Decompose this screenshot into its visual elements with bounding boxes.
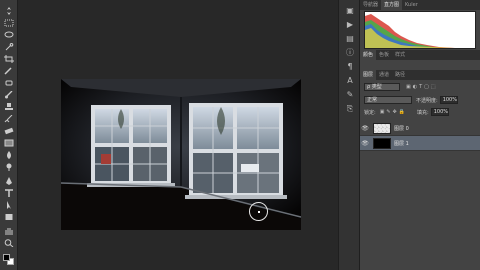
clone-stamp-tool-icon[interactable]	[3, 102, 15, 111]
layer-row-1[interactable]: 👁 图层 1	[360, 136, 480, 151]
shape-tool-icon[interactable]	[3, 212, 15, 221]
layer-name: 图层 0	[394, 125, 409, 132]
history-panel-icon[interactable]: ▣	[345, 6, 355, 16]
history-brush-tool-icon[interactable]	[3, 114, 15, 123]
lock-label: 锁定:	[364, 109, 376, 116]
blur-tool-icon[interactable]	[3, 150, 15, 159]
layer-filter-row: ρ 类型 ▣◐T▢⬚	[360, 83, 480, 91]
properties-panel-icon[interactable]: ▤	[345, 34, 355, 44]
foreground-color-swatch[interactable]	[3, 254, 10, 261]
brush-tool-icon[interactable]	[3, 90, 15, 99]
character-panel-icon[interactable]: A	[345, 76, 355, 86]
eye-icon[interactable]: 👁	[360, 125, 370, 132]
brush-cursor	[249, 202, 268, 221]
lasso-tool-icon[interactable]	[3, 30, 15, 39]
move-tool-icon[interactable]	[3, 6, 15, 15]
tab-histogram[interactable]: 直方图	[381, 0, 403, 10]
histogram-graph	[364, 11, 476, 49]
crop-tool-icon[interactable]	[3, 54, 15, 63]
hand-tool-icon[interactable]	[3, 226, 15, 235]
tab-color[interactable]: 颜色	[360, 50, 377, 60]
layer-kind-filter[interactable]: ρ 类型	[364, 83, 400, 91]
zoom-tool-icon[interactable]	[3, 238, 15, 247]
histogram-panel-tabs: 导航器 直方图 Kuler	[360, 0, 480, 10]
tab-channels[interactable]: 通道	[376, 70, 392, 80]
healing-brush-tool-icon[interactable]	[3, 78, 15, 87]
brush-panel-icon[interactable]: ✎	[345, 90, 355, 100]
paragraph-panel-icon[interactable]: ¶	[345, 62, 355, 72]
path-select-tool-icon[interactable]	[3, 200, 15, 209]
eyedropper-tool-icon[interactable]	[3, 66, 15, 75]
filter-type-icons[interactable]: ▣◐T▢⬚	[406, 84, 438, 90]
tab-styles[interactable]: 样式	[392, 50, 408, 60]
lock-icons[interactable]: ▣✎✥🔒	[380, 109, 407, 115]
eye-icon[interactable]: 👁	[360, 140, 370, 147]
marquee-tool-icon[interactable]	[3, 18, 15, 27]
photoshop-window: ▣ ▶ ▤ ⓘ ¶ A ✎ ⎘ 导航器 直方图 Kuler 颜色 色板 样式 图…	[0, 0, 480, 270]
info-panel-icon[interactable]: ⓘ	[345, 48, 355, 58]
dodge-tool-icon[interactable]	[3, 162, 15, 171]
layer-thumbnail	[373, 122, 391, 134]
color-panel-tabs: 颜色 色板 样式	[360, 50, 480, 60]
tab-swatches[interactable]: 色板	[376, 50, 392, 60]
eraser-tool-icon[interactable]	[3, 126, 15, 135]
blend-opacity-row: 正常 不透明度: 100%	[360, 96, 480, 104]
gradient-tool-icon[interactable]	[3, 138, 15, 147]
tab-layers[interactable]: 图层	[360, 70, 377, 80]
tab-navigator[interactable]: 导航器	[360, 0, 381, 10]
fill-label: 填充:	[417, 109, 429, 116]
pen-tool-icon[interactable]	[3, 176, 15, 185]
layer-thumbnail	[373, 137, 391, 149]
fill-input[interactable]: 100%	[430, 108, 449, 116]
opacity-input[interactable]: 100%	[439, 96, 458, 104]
opacity-label: 不透明度:	[416, 97, 438, 104]
collapsed-panels-strip: ▣ ▶ ▤ ⓘ ¶ A ✎ ⎘	[338, 0, 360, 270]
type-tool-icon[interactable]	[3, 188, 15, 197]
blend-mode-select[interactable]: 正常	[364, 96, 412, 104]
actions-panel-icon[interactable]: ▶	[345, 20, 355, 30]
right-panels: 导航器 直方图 Kuler 颜色 色板 样式 图层 通道 路径 ρ 类型 ▣◐T…	[360, 0, 480, 270]
clone-source-panel-icon[interactable]: ⎘	[345, 104, 355, 114]
tab-kuler[interactable]: Kuler	[402, 0, 421, 10]
layer-row-0[interactable]: 👁 图层 0	[360, 121, 480, 136]
layers-panel-tabs: 图层 通道 路径	[360, 70, 480, 80]
document-canvas-area[interactable]	[18, 0, 338, 270]
layer-name: 图层 1	[394, 140, 409, 147]
lock-fill-row: 锁定: ▣✎✥🔒 填充: 100%	[360, 108, 480, 116]
tools-panel	[0, 0, 18, 270]
tab-paths[interactable]: 路径	[392, 70, 408, 80]
quick-select-tool-icon[interactable]	[3, 42, 15, 51]
